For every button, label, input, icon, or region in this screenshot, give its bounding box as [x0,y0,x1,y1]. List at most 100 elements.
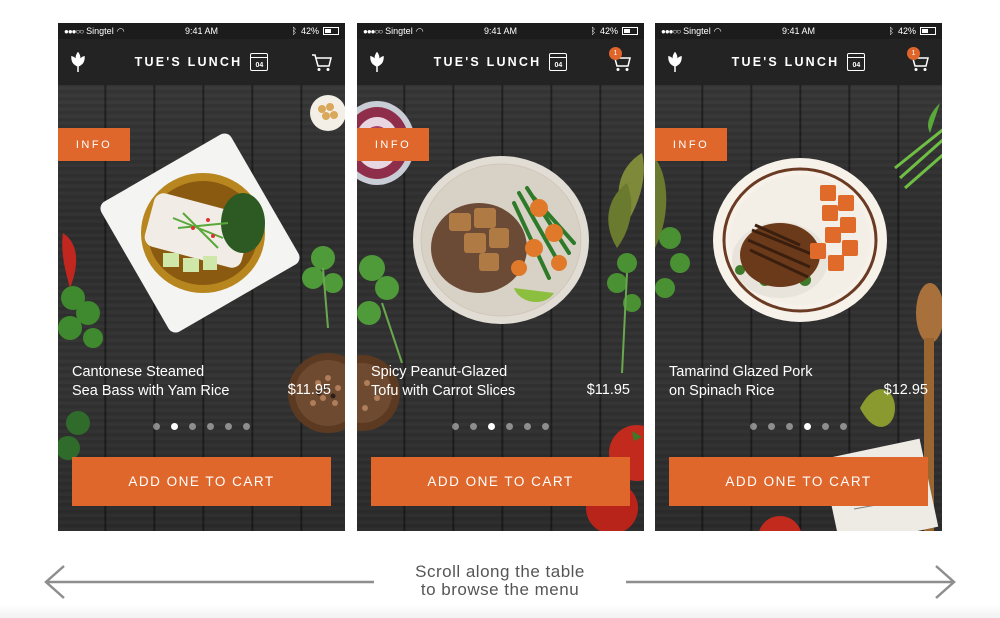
calendar-day: 04 [554,62,563,69]
herb-sprig-image [655,227,690,298]
cart-badge: 1 [609,47,622,60]
calendar-day: 04 [852,62,861,69]
battery-icon [622,27,638,35]
meal-name-line2: Tofu with Carrot Slices [371,383,516,399]
page-title[interactable]: TUE'S LUNCH 04 [732,53,866,71]
page-dot[interactable] [243,423,250,430]
wifi-icon: ◠ [415,25,424,36]
phone-screen-2: ●●●○○ Singtel ◠ 9:41 AM ᛒ 42% TUE'S LUNCH 04… [357,23,644,531]
page-dot[interactable] [225,423,232,430]
wifi-icon: ◠ [116,25,125,36]
meal-price: $11.95 [287,382,331,398]
info-button[interactable]: INFO [58,128,130,161]
spring-onion-image [894,103,942,190]
battery-label: 42% [599,26,618,36]
page-title[interactable]: TUE'S LUNCH 04 [135,53,269,71]
carrier-label: Singtel [86,26,114,36]
status-bar: ●●●○○ Singtel ◠ 9:41 AM ᛒ 42% [58,23,345,39]
meal-price: $11.95 [586,382,630,398]
meal-name[interactable]: Spicy Peanut-Glazed Tofu with Carrot Slic… [371,363,581,401]
page-dot[interactable] [189,423,196,430]
leaf-logo-icon[interactable] [369,52,385,72]
add-to-cart-button[interactable]: ADD ONE TO CART [669,457,928,506]
meal-name-line2: Sea Bass with Yam Rice [72,383,230,399]
page-dot[interactable] [786,423,793,430]
bluetooth-icon: ᛒ [291,26,297,36]
carrier-label: Singtel [385,26,413,36]
leaf-logo-icon[interactable] [70,52,86,72]
arrow-right-icon [626,565,956,599]
tamarind-pork-dish-image [713,158,887,322]
scroll-hint-line1: Scroll along the table [415,562,585,581]
cart-icon[interactable] [311,51,333,73]
calendar-icon: 04 [847,53,866,71]
battery-icon [920,27,936,35]
page-dot[interactable] [207,423,214,430]
cart-badge: 1 [907,47,920,60]
parsley-image [357,255,403,363]
title-label: TUE'S LUNCH [433,55,542,69]
info-button[interactable]: INFO [655,128,727,161]
meal-price: $12.95 [883,382,928,398]
arrow-left-icon [44,565,374,599]
meal-name-line1: Cantonese Steamed [72,364,205,380]
calendar-icon: 04 [549,53,568,71]
wifi-icon: ◠ [713,25,722,36]
battery-icon [323,27,339,35]
chickpea-bowl-image [310,95,345,131]
signal-icon: ●●●○○ [64,26,84,36]
calendar-day: 04 [255,62,264,69]
add-to-cart-button[interactable]: ADD ONE TO CART [72,457,331,506]
page-indicator[interactable] [655,423,942,430]
carrier-label: Singtel [683,26,711,36]
info-button[interactable]: INFO [357,128,429,161]
page-dot[interactable] [506,423,513,430]
page-dot-active[interactable] [804,423,811,430]
page-dot[interactable] [542,423,549,430]
page-dot[interactable] [452,423,459,430]
nav-bar: TUE'S LUNCH 04 1 [357,39,644,85]
page-dot[interactable] [153,423,160,430]
bluetooth-icon: ᛒ [888,26,894,36]
page-dot[interactable] [524,423,531,430]
signal-icon: ●●●○○ [661,26,681,36]
page-dot[interactable] [840,423,847,430]
nav-bar: TUE'S LUNCH 04 [58,39,345,85]
title-label: TUE'S LUNCH [731,55,840,69]
status-bar: ●●●○○ Singtel ◠ 9:41 AM ᛒ 42% [655,23,942,39]
add-to-cart-button[interactable]: ADD ONE TO CART [371,457,630,506]
title-label: TUE'S LUNCH [134,55,243,69]
scroll-hint: Scroll along the table to browse the menu [380,563,620,599]
phone-screen-1: ●●●○○ Singtel ◠ 9:41 AM ᛒ 42% TUE'S LUNCH 04… [58,23,345,531]
floor-shadow [0,604,1000,618]
meal-name-line2: on Spinach Rice [669,383,775,399]
meal-name-line1: Spicy Peanut-Glazed [371,364,508,380]
signal-icon: ●●●○○ [363,26,383,36]
battery-label: 42% [300,26,319,36]
page-dot-active[interactable] [488,423,495,430]
leaf-logo-icon[interactable] [667,52,683,72]
scroll-hint-line2: to browse the menu [420,580,580,599]
nav-bar: TUE'S LUNCH 04 1 [655,39,942,85]
meal-name[interactable]: Tamarind Glazed Pork on Spinach Rice [669,363,879,401]
page-indicator[interactable] [58,423,345,430]
meal-name-line1: Tamarind Glazed Pork [669,364,813,380]
bluetooth-icon: ᛒ [590,26,596,36]
page-dot[interactable] [750,423,757,430]
page-dot[interactable] [768,423,775,430]
status-bar: ●●●○○ Singtel ◠ 9:41 AM ᛒ 42% [357,23,644,39]
page-dot-active[interactable] [171,423,178,430]
meal-name[interactable]: Cantonese Steamed Sea Bass with Yam Rice [72,363,282,401]
tomato-image [759,516,801,531]
showcase-stage: ●●●○○ Singtel ◠ 9:41 AM ᛒ 42% TUE'S LUNCH 04… [0,0,1000,618]
calendar-icon: 04 [250,53,269,71]
battery-label: 42% [897,26,916,36]
page-title[interactable]: TUE'S LUNCH 04 [434,53,568,71]
page-indicator[interactable] [357,423,644,430]
herb-sprig-image [607,253,641,373]
page-dot[interactable] [470,423,477,430]
phone-screen-3: ●●●○○ Singtel ◠ 9:41 AM ᛒ 42% TUE'S LUNCH 04… [655,23,942,531]
page-dot[interactable] [822,423,829,430]
tofu-carrot-dish-image [413,156,589,324]
bay-leaf-image [608,153,644,248]
